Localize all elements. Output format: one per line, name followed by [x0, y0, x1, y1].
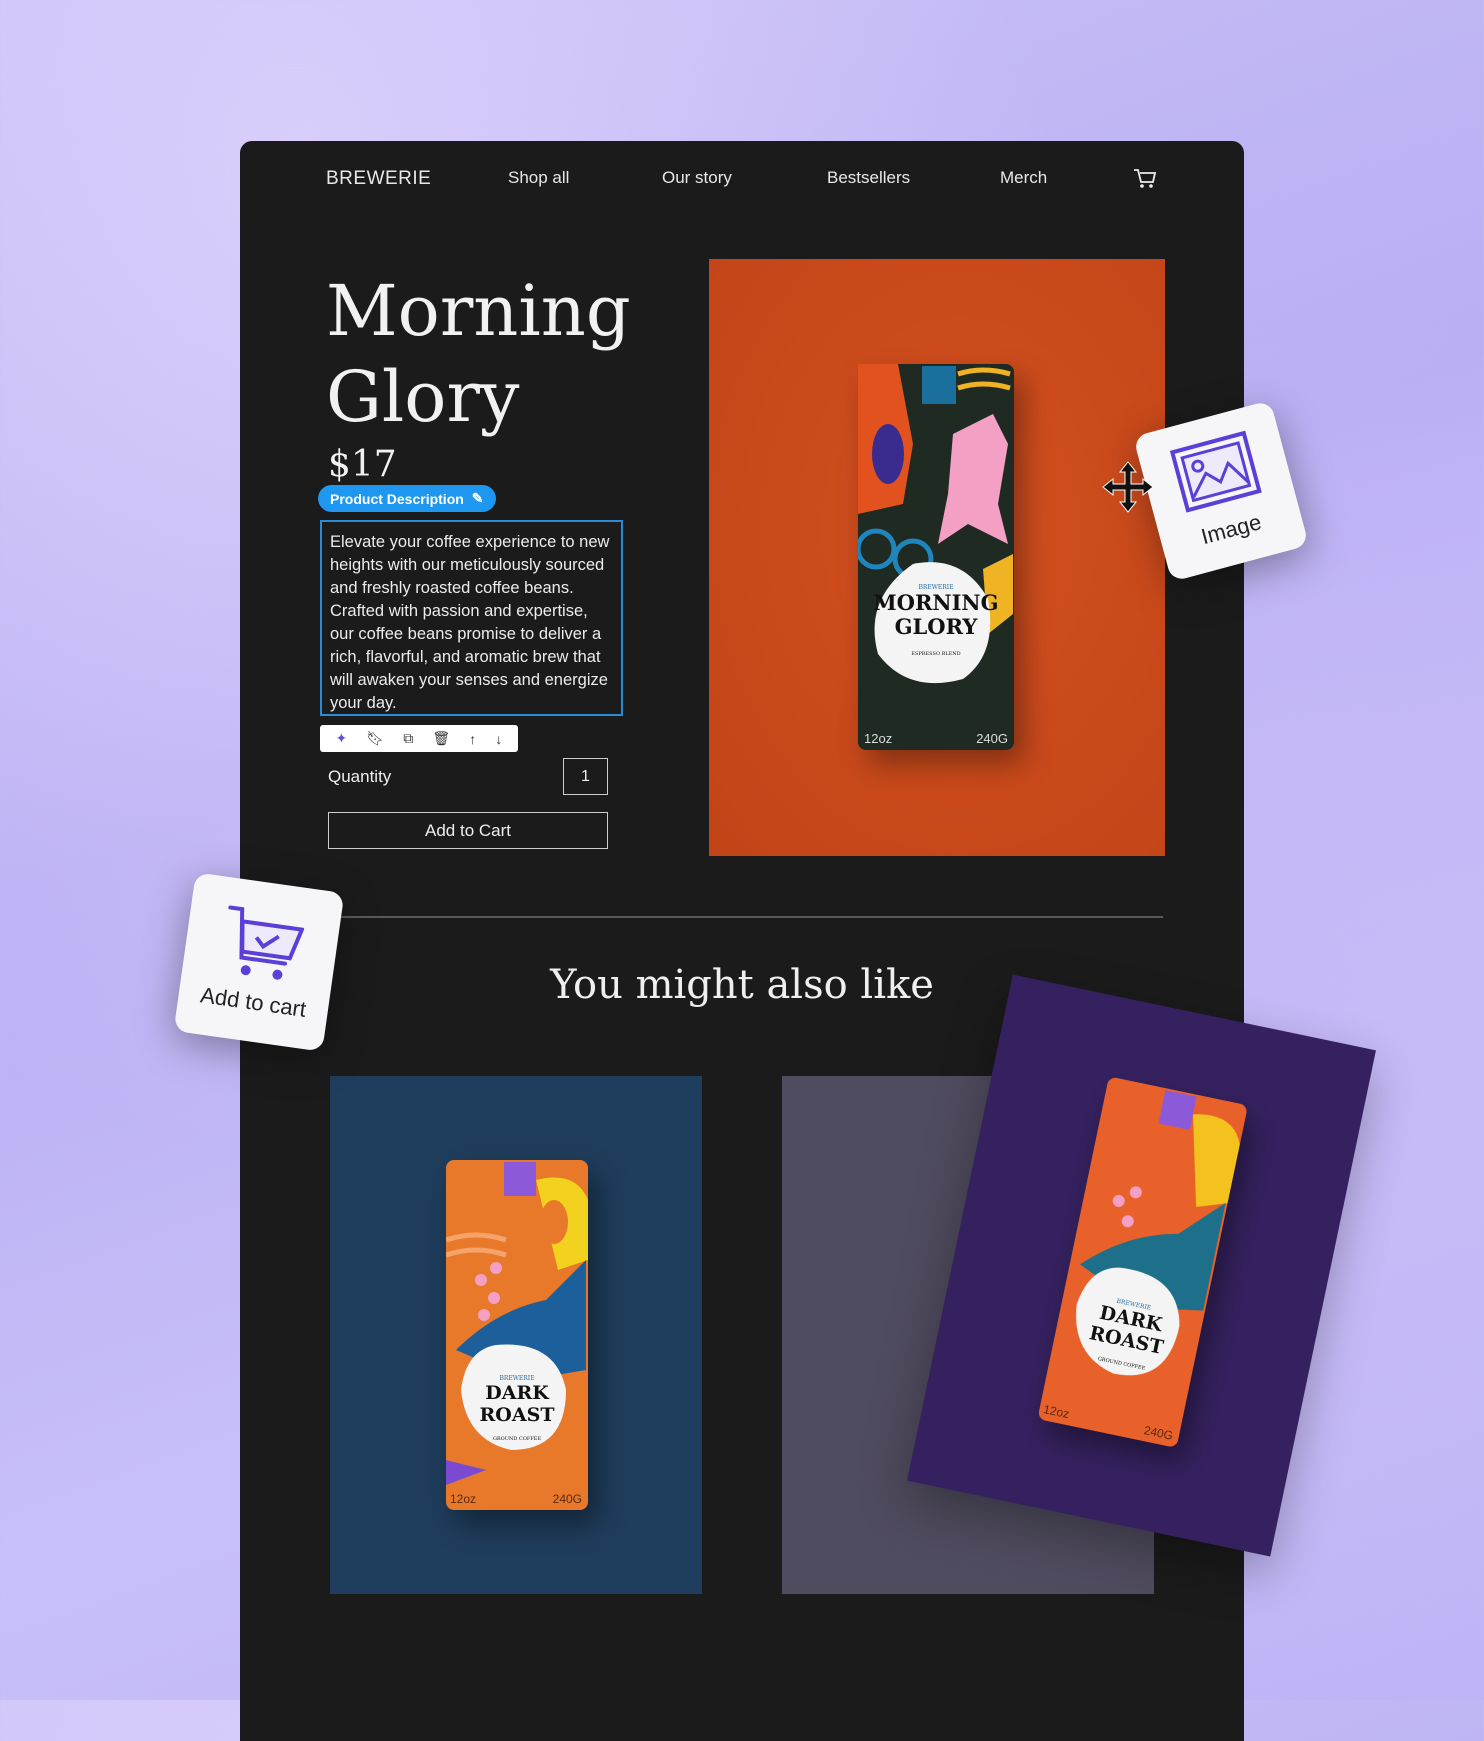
quantity-label: Quantity [328, 767, 392, 786]
cart-icon[interactable] [1133, 168, 1157, 190]
add-to-cart-button[interactable]: Add to Cart [328, 812, 608, 849]
image-icon [1169, 430, 1262, 513]
duplicate-icon[interactable]: ⧉ [403, 730, 413, 747]
nav-bestsellers[interactable]: Bestsellers [827, 168, 910, 188]
dark-roast-bag: BREWERIE DARK ROAST GROUND COFFEE 12oz 2… [445, 1160, 588, 1510]
dark-roast-bag-dragged: BREWERIE DARK ROAST GROUND COFFEE 12oz 2… [1037, 1076, 1248, 1448]
product-description-badge[interactable]: Product Description ✎ [318, 485, 496, 512]
cart-check-icon [228, 905, 305, 980]
brand-logo[interactable]: BREWERIE [326, 168, 431, 190]
morning-glory-bag: BREWERIE MORNING GLORY ESPRESSO BLEND 12… [855, 364, 1014, 750]
sparkle-icon[interactable]: ✦ [336, 730, 348, 747]
trash-icon[interactable]: 🗑︎ [432, 730, 450, 747]
nav-our-story[interactable]: Our story [662, 168, 732, 188]
arrow-down-icon[interactable]: ↓ [495, 731, 502, 747]
section-divider [328, 916, 1163, 918]
nav-merch[interactable]: Merch [1000, 168, 1047, 188]
move-cursor-icon [1102, 461, 1154, 513]
add-to-cart-widget[interactable]: Add to cart [173, 872, 345, 1052]
product-price: $17 [328, 444, 397, 485]
product-title: Morning Glory [326, 270, 631, 438]
nav-shop-all[interactable]: Shop all [508, 168, 569, 188]
arrow-up-icon[interactable]: ↑ [469, 731, 476, 747]
block-toolbar: ✦ 🔖︎ ⧉ 🗑︎ ↑ ↓ [320, 725, 518, 752]
quantity-input[interactable]: 1 [563, 758, 608, 795]
pencil-icon[interactable]: ✎ [472, 490, 484, 507]
bookmark-icon[interactable]: 🔖︎ [366, 730, 384, 747]
product-description[interactable]: Elevate your coffee experience to new he… [320, 520, 623, 716]
